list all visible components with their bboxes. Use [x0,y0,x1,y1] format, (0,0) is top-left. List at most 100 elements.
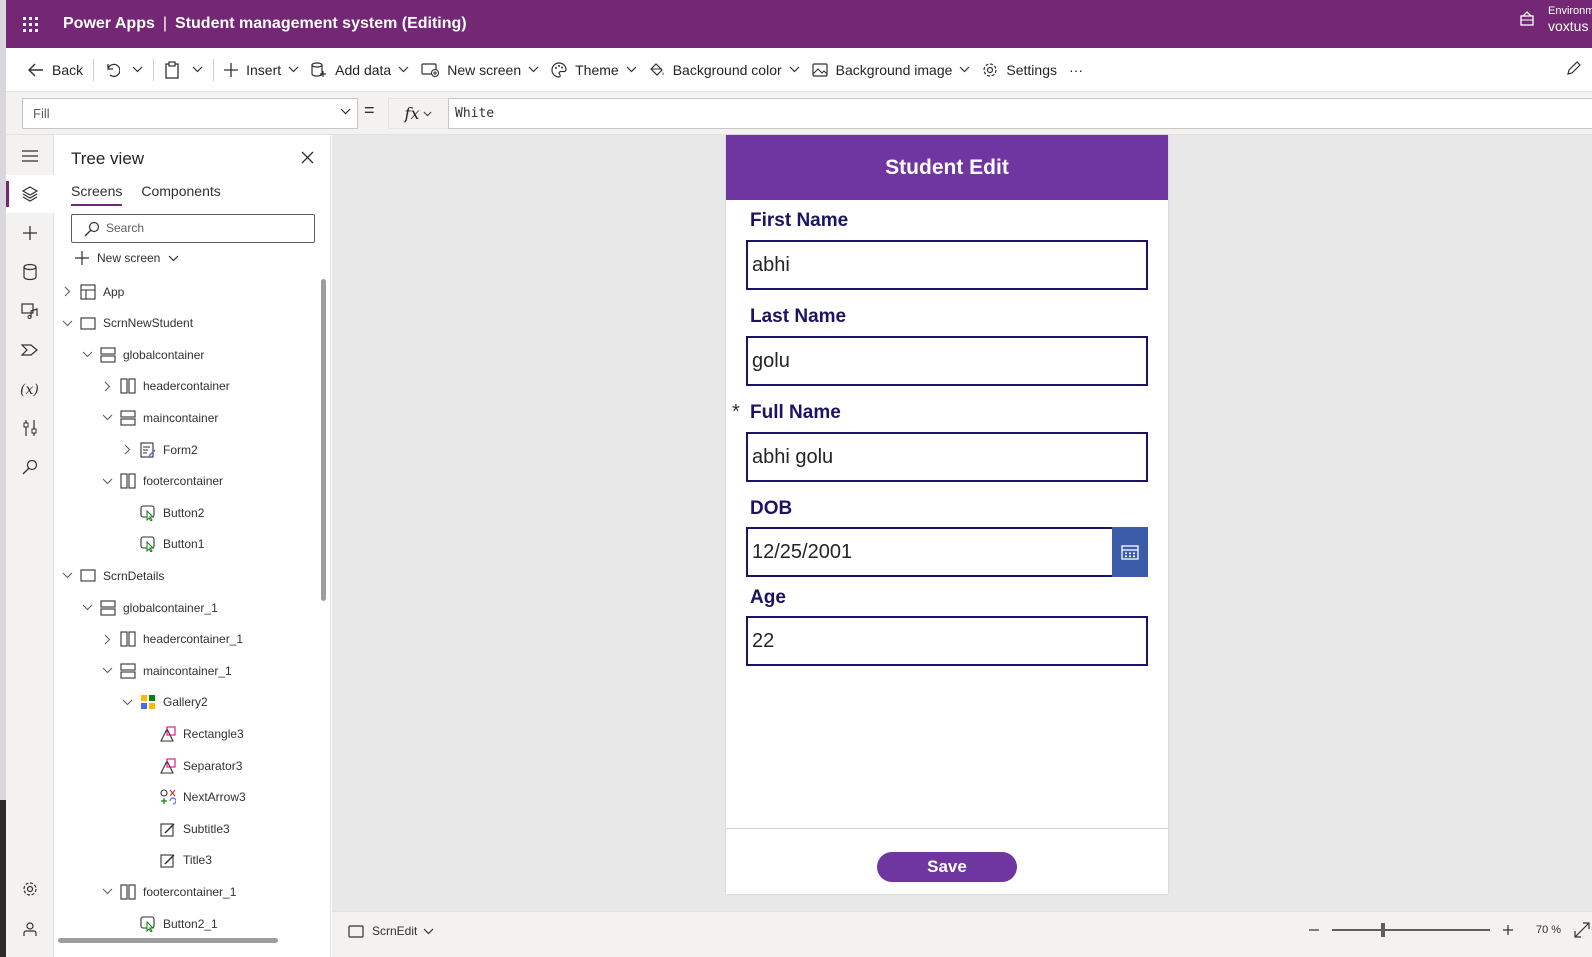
paste-button[interactable] [158,54,186,86]
screen-header[interactable]: Student Edit [726,135,1168,200]
more-label: ··· [1069,61,1083,78]
tree-node[interactable]: maincontainer [55,402,321,433]
chevron-right-icon[interactable] [104,634,111,645]
more-commands-button[interactable]: ··· [1063,54,1089,86]
chevron-down-icon[interactable] [62,572,73,579]
calendar-icon[interactable] [1112,527,1148,577]
tree-scrollbar-horizontal[interactable] [58,938,278,943]
search-placeholder: Search [106,221,145,235]
insert-icon[interactable] [6,214,54,252]
background-color-button[interactable]: Background color [643,54,806,86]
tree-node[interactable]: Button2_1 [55,908,321,939]
tree-node[interactable]: globalcontainer_1 [55,592,321,623]
add-data-button[interactable]: Add data [305,54,415,86]
data-icon[interactable] [6,253,54,291]
chevron-down-icon[interactable] [102,414,113,421]
undo-button[interactable] [98,54,126,86]
tree-search-input[interactable]: Search [71,214,315,243]
zoom-control: 70 % [1308,922,1592,938]
tree-node[interactable]: ScrnDetails [55,560,321,591]
chevron-down-icon[interactable] [62,320,73,327]
tree-node[interactable]: Form2 [55,434,321,465]
tree-node[interactable]: Button2 [55,497,321,528]
tree-node[interactable]: Rectangle3 [55,718,321,749]
tree-view-icon[interactable] [6,175,54,213]
app-screen-student-edit[interactable]: Student Edit First Name abhi Last Name g… [726,135,1168,894]
settings-button[interactable]: Settings [976,54,1063,86]
button-icon [139,915,157,933]
advanced-tools-icon[interactable] [6,409,54,447]
settings-gear-icon[interactable] [6,870,54,908]
theme-button[interactable]: Theme [545,54,643,86]
full-name-input[interactable]: abhi golu [746,432,1148,482]
fit-to-window-icon[interactable] [1574,922,1590,938]
chevron-down-icon[interactable] [102,667,113,674]
environment-picker[interactable]: Environm voxtus [1518,4,1592,34]
tree-node[interactable]: ScrnNewStudent [55,308,321,339]
chevron-down-icon[interactable] [102,478,113,485]
tab-components[interactable]: Components [141,183,220,206]
zoom-out-icon[interactable] [1308,924,1320,936]
tree-node[interactable]: headercontainer [55,371,321,402]
last-name-input[interactable]: golu [746,336,1148,386]
chevron-right-icon[interactable] [124,444,131,455]
media-icon[interactable] [6,292,54,330]
undo-dropdown[interactable] [126,54,149,86]
screen-selector[interactable]: ScrnEdit [348,924,434,938]
tree-node[interactable]: globalcontainer [55,339,321,370]
chevron-right-icon[interactable] [104,381,111,392]
tree-node[interactable]: Separator3 [55,750,321,781]
new-screen-button[interactable]: New screen [415,54,545,86]
tree-node[interactable]: NextArrow3 [55,782,321,813]
chevron-down-icon[interactable] [122,699,133,706]
save-button[interactable]: Save [877,852,1017,882]
hamburger-menu-icon[interactable] [6,137,54,175]
button-icon [139,504,157,522]
variables-icon[interactable]: (x) [6,370,54,408]
tree-node[interactable]: maincontainer_1 [55,655,321,686]
back-button[interactable]: Back [22,54,89,86]
tree-new-screen-button[interactable]: New screen [75,251,179,265]
tree-node[interactable]: Subtitle3 [55,813,321,844]
gallery-icon [139,693,157,711]
age-input[interactable]: 22 [746,616,1148,666]
chevron-right-icon[interactable] [64,286,71,297]
zoom-slider-thumb[interactable] [1381,923,1385,937]
insert-button[interactable]: Insert [218,54,305,86]
zoom-slider[interactable] [1332,923,1490,937]
tree-node[interactable]: Gallery2 [55,687,321,718]
tree-node[interactable]: App [55,276,321,307]
app-launcher-icon[interactable] [8,0,52,48]
tree-scrollbar-vertical[interactable] [321,279,326,601]
tree-node[interactable]: Button1 [55,529,321,560]
chevron-down-icon[interactable] [82,351,93,358]
tree-node[interactable]: Title3 [55,845,321,876]
first-name-input[interactable]: abhi [746,240,1148,290]
design-canvas[interactable]: Student Edit First Name abhi Last Name g… [332,135,1592,911]
zoom-in-icon[interactable] [1502,924,1514,936]
close-icon[interactable] [301,151,314,169]
app-name[interactable]: Power Apps [63,15,155,33]
tree-node[interactable]: footercontainer_1 [55,876,321,907]
theme-label: Theme [575,61,619,78]
tree-node[interactable]: footercontainer [55,466,321,497]
chevron-down-icon[interactable] [82,604,93,611]
tree-node[interactable]: headercontainer_1 [55,624,321,655]
divider [213,58,215,81]
power-automate-icon[interactable] [6,331,54,369]
edit-icon[interactable] [1566,60,1582,79]
dob-date-picker[interactable]: 12/25/2001 [746,527,1148,577]
search-icon[interactable] [6,448,54,486]
virtual-agent-icon[interactable] [6,910,54,948]
chevron-down-icon[interactable] [102,888,113,895]
background-image-button[interactable]: Background image [806,54,977,86]
tab-screens[interactable]: Screens [71,183,123,206]
function-button[interactable]: fx [388,98,448,129]
chevron-down-icon [132,66,143,73]
property-dropdown[interactable]: Fill [22,98,358,129]
paste-dropdown[interactable] [186,54,209,86]
formula-input[interactable]: White [448,98,1592,129]
full-name-label: Full Name [750,402,841,423]
svg-text:(x): (x) [20,382,39,397]
tree-node-label: ScrnDetails [103,568,165,583]
